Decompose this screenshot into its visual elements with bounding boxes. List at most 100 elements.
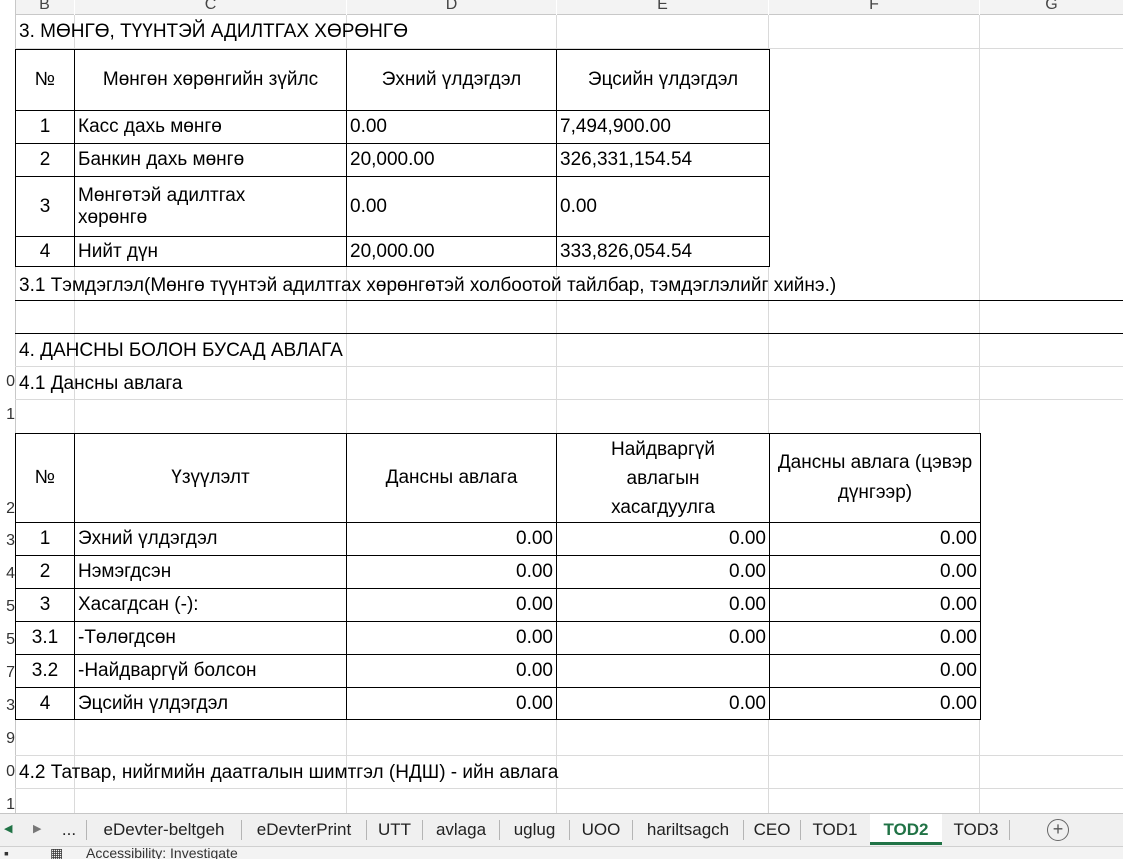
tab-edevterprint[interactable]: eDevterPrint — [242, 814, 366, 845]
tab-tod2[interactable]: TOD2 — [870, 814, 942, 845]
table-cell[interactable]: 0.00 — [556, 588, 770, 622]
table-cell[interactable]: 0.00 — [346, 588, 557, 622]
macro-icon[interactable]: ▦ — [50, 847, 63, 859]
tab-uoo[interactable]: UOO — [570, 814, 632, 845]
table-cell[interactable]: 0.00 — [346, 555, 557, 589]
table-cell[interactable]: 0.00 — [769, 555, 981, 589]
table-cell[interactable]: 7,494,900.00 — [556, 110, 770, 144]
table-cell[interactable]: 4 — [15, 687, 75, 720]
row-number[interactable]: 4 — [0, 565, 15, 583]
table-cell[interactable]: 0.00 — [346, 687, 557, 720]
row-number[interactable]: 5 — [0, 598, 15, 616]
column-header-b[interactable]: B — [15, 0, 74, 15]
tab-hariltsagch[interactable]: hariltsagch — [633, 814, 743, 845]
row-number[interactable]: 3 — [0, 532, 15, 550]
status-bar: ▪ ▦ Accessibility: Investigate — [0, 846, 1123, 859]
table-cell[interactable]: 0.00 — [556, 687, 770, 720]
table-cell[interactable]: 2 — [15, 555, 75, 589]
table-row: 4 Эцсийн үлдэгдэл 0.00 0.00 0.00 — [15, 687, 981, 720]
tab-scroll-left-icon[interactable]: ◀ — [4, 814, 12, 845]
table-cell[interactable]: 0.00 — [556, 621, 770, 655]
row-number[interactable]: 2 — [0, 500, 15, 518]
header-cell[interactable]: Дансны авлага (цэвэр дүнгээр) — [769, 433, 981, 523]
table-cell[interactable]: 0.00 — [346, 522, 557, 556]
table-row: 1 Касс дахь мөнгө 0.00 7,494,900.00 — [15, 110, 770, 144]
row-number[interactable]: 7 — [0, 664, 15, 682]
table-cell[interactable]: Нийт дүн — [74, 236, 347, 267]
table-cell[interactable]: Эцсийн үлдэгдэл — [74, 687, 347, 720]
column-header-f[interactable]: F — [769, 0, 979, 15]
column-header-d[interactable]: D — [347, 0, 556, 15]
worksheet[interactable]: B C D E F G 0 1 2 3 4 5 5 7 3 9 0 1 3. М… — [0, 0, 1123, 813]
row-number[interactable]: 1 — [0, 796, 15, 813]
table-cell[interactable]: 0.00 — [769, 588, 981, 622]
header-cell[interactable]: Үзүүлэлт — [74, 433, 347, 523]
table-cell[interactable]: 0.00 — [769, 621, 981, 655]
table-cell[interactable]: 1 — [15, 522, 75, 556]
tab-ceo[interactable]: CEO — [744, 814, 800, 845]
row-number[interactable]: 0 — [0, 763, 15, 781]
table-cell[interactable]: 0.00 — [769, 687, 981, 720]
table-cell[interactable]: 333,826,054.54 — [556, 236, 770, 267]
header-cell[interactable]: Эхний үлдэгдэл — [346, 49, 557, 111]
table-cell[interactable]: 0.00 — [556, 522, 770, 556]
row-number[interactable]: 5 — [0, 631, 15, 649]
column-header-e[interactable]: E — [557, 0, 768, 15]
table-cell[interactable]: 4 — [15, 236, 75, 267]
table-cell[interactable]: 3.1 — [15, 621, 75, 655]
table-cell[interactable]: 3 — [15, 176, 75, 237]
table-cell[interactable]: 0.00 — [346, 176, 557, 237]
table-cell[interactable]: 3.2 — [15, 654, 75, 688]
table-cell[interactable]: 20,000.00 — [346, 236, 557, 267]
tab-scroll-right-icon[interactable]: ▶ — [33, 814, 41, 845]
table-cell[interactable]: Касс дахь мөнгө — [74, 110, 347, 144]
section-4-2-subtitle[interactable]: 4.2 Татвар, нийгмийн даатгалын шимтгэл (… — [19, 762, 558, 784]
table-cell[interactable]: 0.00 — [346, 621, 557, 655]
header-cell[interactable]: Мөнгөн хөрөнгийн зүйлс — [74, 49, 347, 111]
row-number[interactable]: 0 — [0, 373, 15, 391]
section-4-subtitle[interactable]: 4.1 Дансны авлага — [19, 373, 183, 395]
table-cell[interactable]: Банкин дахь мөнгө — [74, 143, 347, 177]
table-cell[interactable]: 2 — [15, 143, 75, 177]
table-cell[interactable]: 0.00 — [556, 176, 770, 237]
table-cell[interactable]: Хасагдсан (-): — [74, 588, 347, 622]
header-cell[interactable]: Дансны авлага — [346, 433, 557, 523]
table-cell[interactable] — [556, 654, 770, 688]
section-3-note[interactable]: 3.1 Тэмдэглэл(Мөнгө түүнтэй адилтгах хөр… — [19, 275, 836, 297]
column-header-g[interactable]: G — [980, 0, 1123, 15]
tab-tod3[interactable]: TOD3 — [943, 814, 1009, 845]
table-cell[interactable]: 0.00 — [346, 110, 557, 144]
column-header-c[interactable]: C — [75, 0, 346, 15]
table-cell[interactable]: 326,331,154.54 — [556, 143, 770, 177]
table-cell[interactable]: 0.00 — [769, 654, 981, 688]
table-cell[interactable]: 20,000.00 — [346, 143, 557, 177]
header-cell[interactable]: Эцсийн үлдэгдэл — [556, 49, 770, 111]
table-cell[interactable]: 0.00 — [346, 654, 557, 688]
tab-edevter-beltgeh[interactable]: eDevter-beltgeh — [87, 814, 241, 845]
add-sheet-button[interactable]: + — [1044, 814, 1072, 845]
row-number[interactable]: 1 — [0, 406, 15, 424]
tab-more[interactable]: ... — [55, 814, 83, 845]
table-cell[interactable]: 3 — [15, 588, 75, 622]
table-cell[interactable]: 0.00 — [556, 555, 770, 589]
table-cell[interactable]: -Төлөгдсөн — [74, 621, 347, 655]
table-cell[interactable]: -Найдваргүй болсон — [74, 654, 347, 688]
table-cell[interactable]: 1 — [15, 110, 75, 144]
row-number[interactable]: 9 — [0, 730, 15, 748]
header-cell[interactable]: № — [15, 433, 75, 523]
table-cell[interactable]: Эхний үлдэгдэл — [74, 522, 347, 556]
accessibility-status[interactable]: Accessibility: Investigate — [86, 847, 238, 859]
row-number[interactable]: 3 — [0, 697, 15, 715]
tab-tod1[interactable]: TOD1 — [801, 814, 869, 845]
section-3-title[interactable]: 3. МӨНГӨ, ТҮҮНТЭЙ АДИЛТГАХ ХӨРӨНГӨ — [19, 21, 408, 43]
table-cell[interactable]: Нэмэгдсэн — [74, 555, 347, 589]
header-cell[interactable]: № — [15, 49, 75, 111]
tab-utt[interactable]: UTT — [367, 814, 422, 845]
sheet-tab-bar: ◀ ▶ ... eDevter-beltgeh eDevterPrint UTT… — [0, 813, 1123, 846]
tab-avlaga[interactable]: avlaga — [423, 814, 499, 845]
tab-uglug[interactable]: uglug — [500, 814, 569, 845]
table-cell[interactable]: 0.00 — [769, 522, 981, 556]
table-cell[interactable]: Мөнгөтэй адилтгах хөрөнгө — [74, 176, 347, 237]
header-cell[interactable]: Найдваргүй авлагын хасагдуулга — [556, 433, 770, 523]
section-4-title[interactable]: 4. ДАНСНЫ БОЛОН БУСАД АВЛАГА — [19, 340, 343, 362]
